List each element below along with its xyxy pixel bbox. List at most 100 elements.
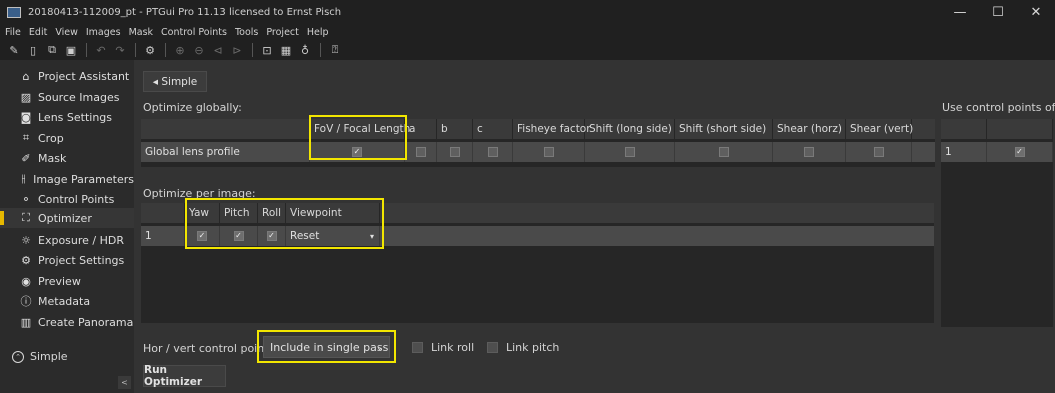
sidebar-item-project-settings[interactable]: ⚙ Project Settings bbox=[0, 250, 134, 270]
help-icon[interactable]: ⍰ bbox=[327, 42, 343, 58]
sidebar-item-create-panorama[interactable]: ▥ Create Panorama bbox=[0, 312, 134, 332]
sidebar-item-optimizer[interactable]: ⛶ Optimizer bbox=[0, 208, 134, 228]
menu-images[interactable]: Images bbox=[86, 27, 121, 38]
use-control-points-checkbox[interactable]: ✓ bbox=[1014, 147, 1025, 157]
optimize-per-image-label: Optimize per image: bbox=[143, 187, 256, 200]
sidebar-item-label: Project Assistant bbox=[38, 69, 130, 83]
duplicate-icon[interactable]: ⧉ bbox=[44, 42, 60, 58]
sidebar-item-crop[interactable]: ⌗ Crop bbox=[0, 128, 134, 148]
panorama-icon: ▥ bbox=[20, 315, 32, 329]
sidebar-item-lens-settings[interactable]: ◙ Lens Settings bbox=[0, 107, 134, 127]
sidebar-item-exposure-hdr[interactable]: ☼ Exposure / HDR bbox=[0, 230, 134, 250]
next-icon[interactable]: ⊳ bbox=[229, 42, 245, 58]
menu-control-points[interactable]: Control Points bbox=[161, 27, 227, 38]
shear-vert-cell bbox=[846, 142, 912, 162]
sidebar-item-label: Exposure / HDR bbox=[38, 233, 125, 247]
header-use bbox=[987, 119, 1053, 139]
checkbox-box bbox=[487, 342, 498, 353]
table-header: FoV / Focal Length a b c Fisheye factor … bbox=[141, 119, 935, 139]
shift-short-checkbox[interactable] bbox=[718, 147, 729, 157]
link-roll-checkbox[interactable]: Link roll bbox=[412, 341, 474, 354]
pitch-checkbox[interactable]: ✓ bbox=[233, 231, 244, 241]
sidebar: ⌂ Project Assistant ▨ Source Images ◙ Le… bbox=[0, 60, 134, 393]
simple-mode-toggle[interactable]: ⌃ Simple bbox=[12, 350, 68, 363]
zoom-out-icon[interactable]: ⊖ bbox=[191, 42, 207, 58]
header-c: c bbox=[473, 119, 513, 139]
menu-mask[interactable]: Mask bbox=[129, 27, 153, 38]
redo-icon[interactable]: ↷ bbox=[112, 42, 128, 58]
sidebar-item-mask[interactable]: ✐ Mask bbox=[0, 148, 134, 168]
lightbulb-icon[interactable]: ♁ bbox=[297, 42, 313, 58]
menu-project[interactable]: Project bbox=[266, 27, 299, 38]
header-fov: FoV / Focal Length bbox=[310, 119, 410, 139]
sidebar-item-metadata[interactable]: ⓘ Metadata bbox=[0, 291, 134, 311]
use-control-points-label: Use control points of: bbox=[942, 101, 1055, 114]
fisheye-checkbox[interactable] bbox=[543, 147, 554, 157]
sidebar-item-control-points[interactable]: ⚬ Control Points bbox=[0, 189, 134, 209]
undo-icon[interactable]: ↶ bbox=[93, 42, 109, 58]
open-icon[interactable]: ▯ bbox=[25, 42, 41, 58]
row-label: 1 bbox=[141, 226, 185, 246]
header-viewpoint: Viewpoint bbox=[286, 203, 380, 223]
per-image-table: Yaw Pitch Roll Viewpoint 1 ✓ ✓ ✓ Reset ▾ bbox=[141, 203, 934, 323]
hor-vert-value: Include in single pass bbox=[270, 340, 389, 354]
link-pitch-checkbox[interactable]: Link pitch bbox=[487, 341, 559, 354]
minimize-button[interactable]: — bbox=[941, 0, 979, 24]
save-icon[interactable]: ▣ bbox=[63, 42, 79, 58]
menu-edit[interactable]: Edit bbox=[29, 27, 47, 38]
a-checkbox[interactable] bbox=[415, 147, 426, 157]
header-b: b bbox=[437, 119, 473, 139]
header-fisheye-factor: Fisheye factor bbox=[513, 119, 591, 139]
fov-checkbox[interactable]: ✓ bbox=[352, 147, 362, 157]
zoom-in-icon[interactable]: ⊕ bbox=[172, 42, 188, 58]
prev-icon[interactable]: ⊲ bbox=[210, 42, 226, 58]
c-checkbox[interactable] bbox=[487, 147, 498, 157]
control-points-table: 1 ✓ bbox=[941, 119, 1053, 327]
table-icon[interactable]: ▦ bbox=[278, 42, 294, 58]
settings-icon[interactable]: ⚙ bbox=[142, 42, 158, 58]
new-project-icon[interactable]: ✎ bbox=[6, 42, 22, 58]
toolbar-separator bbox=[320, 43, 321, 57]
maximize-button[interactable]: ☐ bbox=[979, 0, 1017, 24]
toolbar-separator bbox=[86, 43, 87, 57]
viewpoint-dropdown[interactable]: Reset ▾ bbox=[286, 226, 380, 246]
panorama-editor-icon[interactable]: ⊡ bbox=[259, 42, 275, 58]
toolbar-separator bbox=[165, 43, 166, 57]
hor-vert-select[interactable]: Include in single pass ⌄ bbox=[263, 336, 390, 358]
run-optimizer-button[interactable]: Run Optimizer bbox=[143, 364, 226, 388]
close-button[interactable]: ✕ bbox=[1017, 0, 1055, 24]
checkbox-box bbox=[412, 342, 423, 353]
menu-file[interactable]: File bbox=[5, 27, 21, 38]
header-shift-short: Shift (short side) bbox=[675, 119, 773, 139]
yaw-checkbox[interactable]: ✓ bbox=[197, 231, 207, 241]
sidebar-item-preview[interactable]: ◉ Preview bbox=[0, 271, 134, 291]
table-row: Global lens profile ✓ bbox=[141, 142, 935, 162]
global-lens-table: FoV / Focal Length a b c Fisheye factor … bbox=[141, 119, 935, 167]
shear-horz-checkbox[interactable] bbox=[804, 147, 814, 157]
header-image bbox=[941, 119, 987, 139]
header-a: a bbox=[405, 119, 437, 139]
b-checkbox[interactable] bbox=[449, 147, 460, 157]
shift-short-cell bbox=[675, 142, 773, 162]
shift-long-checkbox[interactable] bbox=[624, 147, 635, 157]
menu-help[interactable]: Help bbox=[307, 27, 329, 38]
home-icon: ⌂ bbox=[22, 69, 30, 83]
sidebar-item-project-assistant[interactable]: ⌂ Project Assistant bbox=[0, 66, 134, 86]
menu-tools[interactable]: Tools bbox=[235, 27, 258, 38]
c-cell bbox=[473, 142, 513, 162]
simple-button[interactable]: ◂ Simple bbox=[143, 71, 207, 92]
collapse-sidebar-button[interactable]: < bbox=[118, 376, 131, 389]
header-pitch: Pitch bbox=[220, 203, 258, 223]
toolbar-separator bbox=[135, 43, 136, 57]
sidebar-item-image-parameters[interactable]: ⫲ Image Parameters bbox=[0, 169, 134, 189]
roll-checkbox[interactable]: ✓ bbox=[266, 231, 277, 241]
use-cell: ✓ bbox=[987, 142, 1053, 162]
header-yaw: Yaw bbox=[185, 203, 220, 223]
sidebar-item-source-images[interactable]: ▨ Source Images bbox=[0, 87, 134, 107]
image-icon: ▨ bbox=[20, 90, 32, 104]
sidebar-item-label: Image Parameters bbox=[33, 172, 134, 186]
toolbar-separator bbox=[252, 43, 253, 57]
menu-view[interactable]: View bbox=[55, 27, 78, 38]
shear-vert-checkbox[interactable] bbox=[873, 147, 884, 157]
sidebar-item-label: Control Points bbox=[38, 192, 115, 206]
